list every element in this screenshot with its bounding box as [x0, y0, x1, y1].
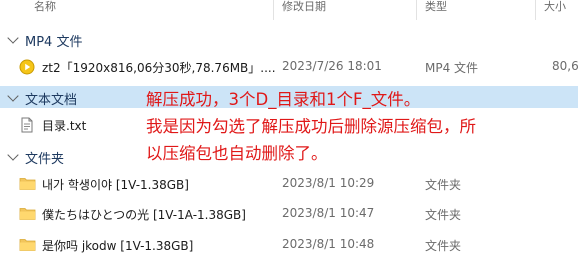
folder-modified: 2023/8/1 10:48 — [282, 237, 375, 251]
group-label: MP4 文件 — [25, 35, 83, 50]
column-modified[interactable]: 修改日期 — [282, 0, 326, 14]
annotation-line-1: 解压成功，3个D_目录和1个F_文件。 — [146, 90, 421, 109]
file-name: 目录.txt — [42, 119, 87, 133]
folder-name: 내가 학생이야 [1V-1.38GB] — [42, 178, 189, 192]
column-header: 名称 修改日期 类型 大小 — [0, 0, 578, 22]
folder-row[interactable]: 是你吗 jkodw [1V-1.38GB] 2023/8/1 10:48 文件夹 — [0, 233, 578, 257]
file-size: 80,6 — [552, 59, 578, 73]
folder-name: 是你吗 jkodw [1V-1.38GB] — [42, 239, 194, 253]
file-modified: 2023/7/26 18:01 — [282, 59, 382, 73]
chevron-down-icon[interactable] — [7, 149, 19, 161]
column-divider[interactable] — [416, 0, 417, 20]
folder-row[interactable]: 僕たちはひとつの光 [1V-1A-1.38GB] 2023/8/1 10:47 … — [0, 202, 578, 226]
video-file-icon — [19, 59, 35, 79]
annotation-line-3: 以压缩包也自动删除了。 — [146, 144, 328, 163]
group-label: 文本文档 — [25, 93, 78, 108]
folder-icon — [19, 206, 36, 225]
folder-name: 僕たちはひとつの光 [1V-1A-1.38GB] — [42, 208, 246, 222]
folder-modified: 2023/8/1 10:47 — [282, 206, 375, 220]
folder-row[interactable]: 내가 학생이야 [1V-1.38GB] 2023/8/1 10:29 文件夹 — [0, 172, 578, 196]
chevron-down-icon[interactable] — [7, 32, 19, 44]
folder-type: 文件夹 — [425, 239, 462, 253]
folder-type: 文件夹 — [425, 178, 462, 192]
folder-icon — [19, 237, 36, 256]
file-row[interactable]: zt2「1920x816,06分30秒,78.76MB」.... 2023/7/… — [0, 55, 578, 79]
file-type: MP4 文件 — [425, 61, 479, 75]
folder-modified: 2023/8/1 10:29 — [282, 176, 375, 190]
folder-icon — [19, 176, 36, 195]
column-divider[interactable] — [273, 0, 274, 20]
column-type[interactable]: 类型 — [425, 0, 447, 14]
chevron-down-icon[interactable] — [7, 90, 19, 102]
annotation-line-2: 我是因为勾选了解压成功后删除源压缩包，所 — [146, 117, 476, 136]
folder-type: 文件夹 — [425, 208, 462, 222]
group-label: 文件夹 — [25, 152, 65, 167]
text-file-icon — [19, 117, 35, 137]
column-size[interactable]: 大小 — [544, 0, 566, 14]
group-header-mp4[interactable]: MP4 文件 — [0, 28, 578, 50]
column-name[interactable]: 名称 — [34, 0, 56, 14]
file-name: zt2「1920x816,06分30秒,78.76MB」.... — [42, 61, 276, 75]
column-divider[interactable] — [535, 0, 536, 20]
